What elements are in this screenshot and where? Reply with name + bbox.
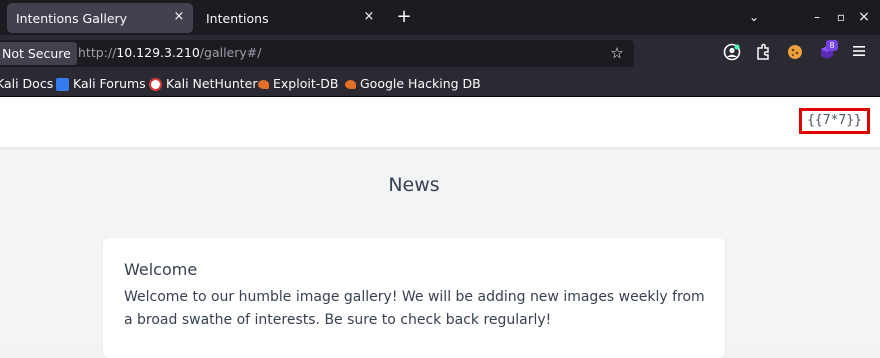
tab-close-icon[interactable]: × [171, 9, 187, 25]
bookmark-label: Google Hacking DB [360, 76, 481, 91]
bookmark-kali-forums[interactable]: Kali Forums [56, 75, 146, 93]
bookmark-label: Kali Docs [0, 76, 54, 91]
url-scheme: http:// [78, 45, 117, 60]
bookmark-exploit-db[interactable]: Exploit-DB [258, 75, 338, 93]
site-navbar: {{7*7}} [0, 97, 880, 147]
url-path: /gallery#/ [199, 45, 262, 60]
list-all-tabs-icon[interactable]: ⌄ [745, 8, 763, 26]
tab-title: Intentions [206, 11, 269, 26]
minimize-icon[interactable]: – [808, 8, 826, 26]
bookmark-label: Kali Forums [73, 76, 146, 91]
extensions-icon[interactable] [753, 43, 773, 63]
news-card: Welcome Welcome to our humble image gall… [103, 238, 725, 358]
page-content: {{7*7}} News Welcome Welcome to our humb… [0, 97, 880, 358]
not-secure-indicator[interactable]: Not Secure [0, 42, 77, 65]
tab-close-icon[interactable]: × [361, 9, 377, 25]
bookmark-label: Kali NetHunter [166, 76, 258, 91]
url-text[interactable]: http://10.129.3.210/gallery#/ [78, 45, 261, 60]
close-window-icon[interactable]: × [855, 8, 873, 26]
bookmark-kali-nethunter[interactable]: Kali NetHunter [149, 75, 257, 93]
account-icon[interactable] [722, 43, 742, 63]
news-body: Welcome to our humble image gallery! We … [124, 289, 705, 328]
nav-toolbar: Not Secure http://10.129.3.210/gallery#/… [0, 35, 880, 72]
page-title: News [388, 174, 440, 196]
bookmark-google-hacking-db[interactable]: Google Hacking DB [345, 75, 481, 93]
menu-hamburger-icon[interactable] [849, 43, 869, 63]
exploitdb-icon [345, 79, 356, 89]
cookie-extension-icon[interactable] [785, 43, 805, 63]
kali-icon [56, 77, 69, 91]
url-host: 10.129.3.210 [116, 45, 200, 60]
new-tab-button[interactable]: + [394, 6, 414, 28]
tab-intentions[interactable]: Intentions × [197, 3, 383, 33]
extension-badge: 8 [826, 40, 838, 51]
nav-probe-text[interactable]: {{7*7}} [799, 108, 870, 134]
bookmarks-toolbar: Kali Docs Kali Forums Kali NetHunter Exp… [0, 72, 880, 97]
tab-title: Intentions Gallery [16, 11, 128, 26]
bookmark-label: Exploit-DB [273, 76, 339, 91]
nethunter-icon [149, 77, 162, 91]
tab-strip: Intentions Gallery × Intentions × + ⌄ – … [0, 0, 880, 35]
tab-intentions-gallery[interactable]: Intentions Gallery × [7, 3, 193, 33]
url-bar[interactable]: Not Secure http://10.129.3.210/gallery#/… [0, 40, 634, 67]
bookmark-star-icon[interactable]: ☆ [608, 44, 626, 62]
news-title: Welcome [124, 260, 198, 279]
maximize-icon[interactable]: ▫ [832, 8, 850, 26]
bookmark-kali-docs[interactable]: Kali Docs [0, 75, 53, 93]
exploitdb-icon [258, 79, 269, 89]
